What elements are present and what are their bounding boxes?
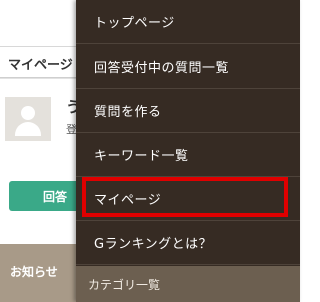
- menu-item-open-questions[interactable]: 回答受付中の質問一覧: [76, 45, 300, 89]
- menu-item-top-page[interactable]: トップページ: [76, 0, 300, 44]
- menu-item-keyword-list[interactable]: キーワード一覧: [76, 133, 300, 177]
- avatar: [5, 97, 51, 141]
- menu-item-ask-question[interactable]: 質問を作る: [76, 89, 300, 133]
- tab-mypage-label: マイページ: [8, 58, 73, 73]
- notice-label: お知らせ: [10, 265, 58, 279]
- menu-item-label: 回答受付中の質問一覧: [94, 61, 230, 76]
- tab-mypage[interactable]: マイページ: [0, 47, 78, 78]
- drawer-menu: トップページ 回答受付中の質問一覧 質問を作る キーワード一覧 マイページ Gラ…: [76, 0, 300, 302]
- menu-item-label: マイページ: [94, 193, 162, 208]
- menu-item-label: キーワード一覧: [94, 149, 189, 164]
- category-list-label: カテゴリ一覧: [88, 278, 161, 292]
- avatar-body-icon: [15, 122, 41, 136]
- menu-item-label: トップページ: [94, 16, 175, 31]
- menu-item-g-ranking[interactable]: Gランキングとは？: [76, 221, 300, 265]
- answer-button-label: 回答: [43, 190, 68, 204]
- menu-item-label: 質問を作る: [94, 105, 162, 120]
- menu-item-label: Gランキングとは？: [94, 237, 213, 252]
- category-list-header[interactable]: カテゴリ一覧: [76, 266, 300, 302]
- avatar-head-icon: [21, 106, 35, 120]
- menu-item-mypage[interactable]: マイページ: [76, 177, 300, 221]
